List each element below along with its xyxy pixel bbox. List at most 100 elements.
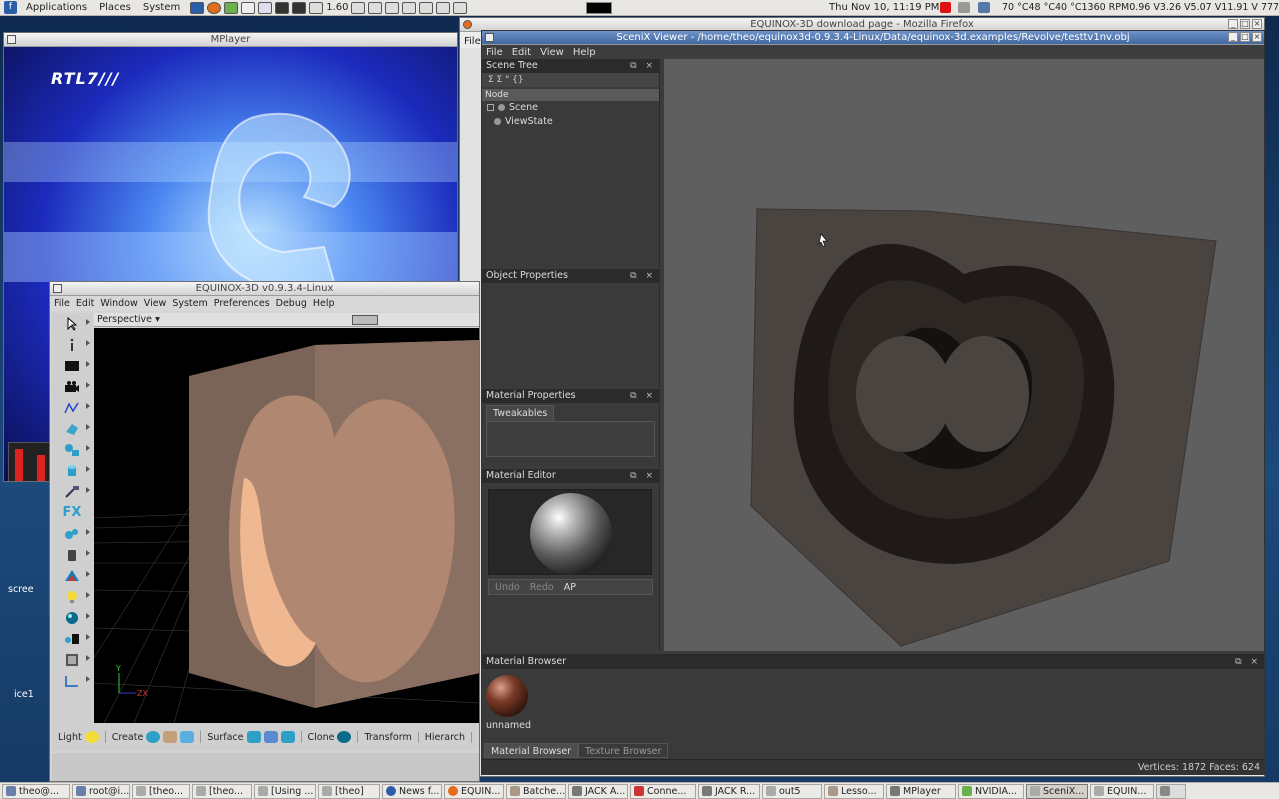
task-button[interactable]: Batche... (506, 783, 566, 799)
equinox-titlebar[interactable]: EQUINOX-3D v0.9.3.4-Linux (50, 282, 479, 296)
material-preview[interactable] (488, 489, 652, 575)
camera-tool[interactable] (52, 376, 92, 397)
applications-menu[interactable]: Applications (20, 2, 93, 13)
tab-texture-browser[interactable]: Texture Browser (578, 743, 669, 758)
nvidia-launcher-icon[interactable] (190, 1, 205, 14)
task-button[interactable]: [Using ... (254, 783, 316, 799)
task-button[interactable]: theo@... (2, 783, 70, 799)
workspace-icon-6[interactable] (436, 1, 451, 14)
workspace-icon-5[interactable] (419, 1, 434, 14)
screen-tool[interactable] (52, 355, 92, 376)
terminal-launcher-icon[interactable] (292, 1, 307, 14)
hierarchy-group[interactable]: Hierarch (425, 731, 473, 743)
close-button[interactable]: × (1252, 32, 1262, 42)
menu-view[interactable]: View (144, 298, 167, 309)
redo-button[interactable]: Redo (530, 580, 554, 594)
workspace-icon-3[interactable] (385, 1, 400, 14)
task-button[interactable]: JACK R... (698, 783, 760, 799)
desktop-label[interactable]: scree (8, 584, 34, 595)
chevron-down-icon[interactable]: ▾ (155, 314, 160, 325)
dock-buttons[interactable]: ⧉ × (1235, 655, 1261, 669)
light-group[interactable]: Light (58, 731, 106, 743)
places-menu[interactable]: Places (93, 2, 137, 13)
window-menu-icon[interactable] (7, 35, 16, 44)
task-button[interactable]: SceniX... (1026, 783, 1088, 799)
volume-icon[interactable] (958, 2, 970, 13)
expand-icon[interactable] (487, 104, 494, 111)
ap-button[interactable]: AP (564, 580, 576, 594)
gnome-foot-icon[interactable]: f (4, 1, 17, 14)
tree-column-header[interactable]: Node (482, 89, 659, 101)
menu-help[interactable]: Help (313, 298, 335, 309)
tool-expand-icon[interactable] (86, 361, 90, 367)
equinox-timeline[interactable] (52, 753, 479, 781)
menu-edit[interactable]: Edit (512, 47, 531, 58)
task-button[interactable]: NVIDIA... (958, 783, 1024, 799)
scenix-titlebar[interactable]: SceniX Viewer - /home/theo/equinox3d-0.9… (482, 31, 1264, 45)
perspective-viewport[interactable]: Y ZX (94, 328, 479, 723)
tool-expand-icon[interactable] (86, 571, 90, 577)
monitor-launcher-icon[interactable] (275, 1, 290, 14)
system-menu[interactable]: System (137, 2, 186, 13)
menu-debug[interactable]: Debug (276, 298, 307, 309)
tool-expand-icon[interactable] (86, 634, 90, 640)
film-tool[interactable] (52, 649, 92, 670)
menu-file[interactable]: File (54, 298, 70, 309)
menu-help[interactable]: Help (573, 47, 596, 58)
menu-view[interactable]: View (540, 47, 564, 58)
cylinder-tool[interactable] (52, 460, 92, 481)
tool-expand-icon[interactable] (86, 466, 90, 472)
firefox-launcher-icon[interactable] (207, 1, 222, 14)
polygon-tool[interactable] (52, 418, 92, 439)
clone-group[interactable]: Clone (308, 731, 359, 743)
view-name-dropdown[interactable]: Perspective (97, 314, 152, 325)
maximize-button[interactable]: □ (1240, 19, 1250, 29)
task-button[interactable]: out5 (762, 783, 822, 799)
task-button[interactable]: [theo... (192, 783, 252, 799)
mplayer-titlebar[interactable]: MPlayer (4, 33, 457, 47)
mesh-tool[interactable] (52, 439, 92, 460)
zoom-icon[interactable] (309, 1, 324, 14)
workspace-icon-4[interactable] (402, 1, 417, 14)
tree-item-viewstate[interactable]: ViewState (482, 115, 659, 129)
task-button[interactable]: Lesso... (824, 783, 884, 799)
window-menu-icon[interactable] (485, 33, 494, 42)
create-group[interactable]: Create (112, 731, 202, 743)
firefox-file-menu[interactable]: File (464, 36, 481, 47)
fx-tool[interactable]: FX (52, 502, 92, 523)
hammer-tool[interactable] (52, 481, 92, 502)
tweakables-tab[interactable]: Tweakables (486, 405, 555, 421)
dock-buttons[interactable]: ⧉ × (630, 469, 656, 483)
undo-button[interactable]: Undo (495, 580, 520, 594)
material-tool[interactable] (52, 628, 92, 649)
network-icon[interactable] (978, 2, 990, 13)
display-widget[interactable] (586, 2, 612, 14)
view-options-button[interactable] (352, 315, 378, 325)
info-tool[interactable] (52, 334, 92, 355)
menu-edit[interactable]: Edit (76, 298, 94, 309)
tool-expand-icon[interactable] (86, 319, 90, 325)
dock-buttons[interactable]: ⧉ × (630, 269, 656, 283)
dock-buttons[interactable]: ⧉ × (630, 389, 656, 403)
tool-expand-icon[interactable] (86, 613, 90, 619)
workspace-icon-2[interactable] (368, 1, 383, 14)
maximize-button[interactable]: □ (1240, 32, 1250, 42)
ik-tool[interactable] (52, 670, 92, 691)
task-button[interactable]: EQUIN... (444, 783, 504, 799)
home-launcher-icon[interactable] (241, 1, 256, 14)
menu-preferences[interactable]: Preferences (214, 298, 270, 309)
task-button[interactable]: EQUIN... (1090, 783, 1154, 799)
dock-title[interactable]: Scene Tree ⧉ × (482, 59, 659, 73)
dock-title[interactable]: Object Properties ⧉ × (482, 269, 659, 283)
app-launcher-icon[interactable] (224, 1, 239, 14)
desktop-label[interactable]: ice1 (14, 689, 34, 700)
menu-window[interactable]: Window (100, 298, 137, 309)
surface-group[interactable]: Surface (207, 731, 302, 743)
tool-expand-icon[interactable] (86, 382, 90, 388)
task-button[interactable]: [theo] (318, 783, 380, 799)
tree-item-scene[interactable]: Scene (482, 101, 659, 115)
task-button[interactable]: MPlayer (886, 783, 956, 799)
dock-buttons[interactable]: ⧉ × (630, 59, 656, 73)
dock-title[interactable]: Material Browser ⧉ × (482, 655, 1264, 669)
tool-expand-icon[interactable] (86, 445, 90, 451)
